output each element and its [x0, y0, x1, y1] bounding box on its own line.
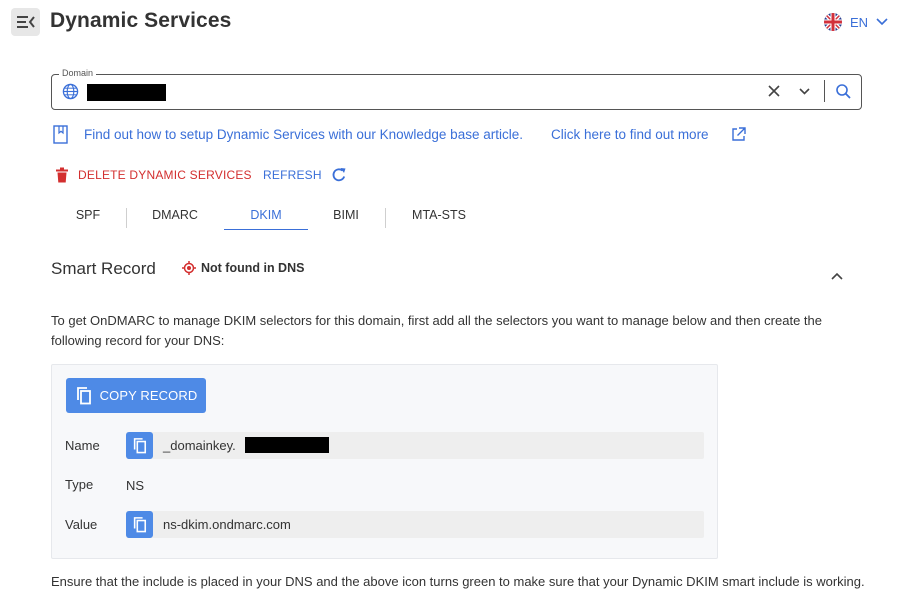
refresh-icon [332, 168, 346, 182]
trash-icon [56, 167, 68, 183]
external-link-icon[interactable] [731, 127, 746, 142]
status-text: Not found in DNS [201, 261, 305, 275]
value-value: ns-dkim.ondmarc.com [163, 517, 291, 532]
chevron-down-icon [876, 18, 888, 26]
delete-button-label: DELETE DYNAMIC SERVICES [78, 168, 252, 182]
copy-icon [76, 387, 91, 405]
tab-dmarc[interactable]: DMARC [146, 208, 204, 230]
chevron-up-icon[interactable] [830, 272, 844, 281]
clear-icon[interactable] [767, 84, 781, 98]
language-selector[interactable]: EN [824, 12, 888, 32]
language-code: EN [850, 14, 869, 30]
globe-icon [62, 83, 79, 100]
copy-record-button[interactable]: COPY RECORD [66, 378, 206, 413]
footer-note: Ensure that the include is placed in you… [51, 574, 865, 589]
menu-toggle-button[interactable] [11, 8, 40, 36]
tab-dkim[interactable]: DKIM [224, 208, 308, 230]
knowledge-base-link[interactable]: Click here to find out more [551, 127, 709, 142]
page-title: Dynamic Services [50, 9, 232, 32]
domain-field-label: Domain [59, 68, 97, 79]
name-label: Name [65, 438, 100, 453]
tab-spf[interactable]: SPF [70, 208, 106, 230]
copy-icon [133, 517, 147, 533]
copy-record-label: COPY RECORD [99, 388, 198, 403]
name-value-redaction [245, 437, 329, 453]
menu-collapse-icon [16, 16, 35, 28]
tab-divider [126, 208, 127, 228]
copy-value-button[interactable] [126, 511, 153, 538]
book-icon [53, 125, 68, 144]
chevron-down-icon[interactable] [798, 85, 811, 97]
search-icon[interactable] [835, 83, 852, 100]
delete-dynamic-services-button[interactable]: DELETE DYNAMIC SERVICES [55, 167, 252, 183]
field-divider [824, 80, 825, 102]
status-badge: Not found in DNS [182, 261, 304, 275]
type-value: NS [126, 478, 145, 493]
refresh-button-label: REFRESH [263, 168, 322, 182]
tab-mta-sts[interactable]: MTA-STS [404, 208, 474, 230]
tab-divider [385, 208, 386, 228]
refresh-button[interactable]: REFRESH [263, 167, 347, 183]
tab-bimi[interactable]: BIMI [326, 208, 366, 230]
copy-name-button[interactable] [126, 432, 153, 459]
name-value: _domainkey. [163, 438, 236, 453]
domain-input-value[interactable] [87, 84, 166, 101]
section-title: Smart Record [51, 259, 156, 278]
knowledge-base-text: Find out how to setup Dynamic Services w… [84, 127, 523, 142]
copy-icon [133, 438, 147, 454]
uk-flag-icon [824, 13, 842, 31]
type-label: Type [65, 477, 94, 492]
value-label: Value [65, 517, 98, 532]
domain-field[interactable] [51, 74, 862, 110]
instructions-text: To get OnDMARC to manage DKIM selectors … [51, 313, 822, 348]
target-icon [182, 261, 196, 275]
